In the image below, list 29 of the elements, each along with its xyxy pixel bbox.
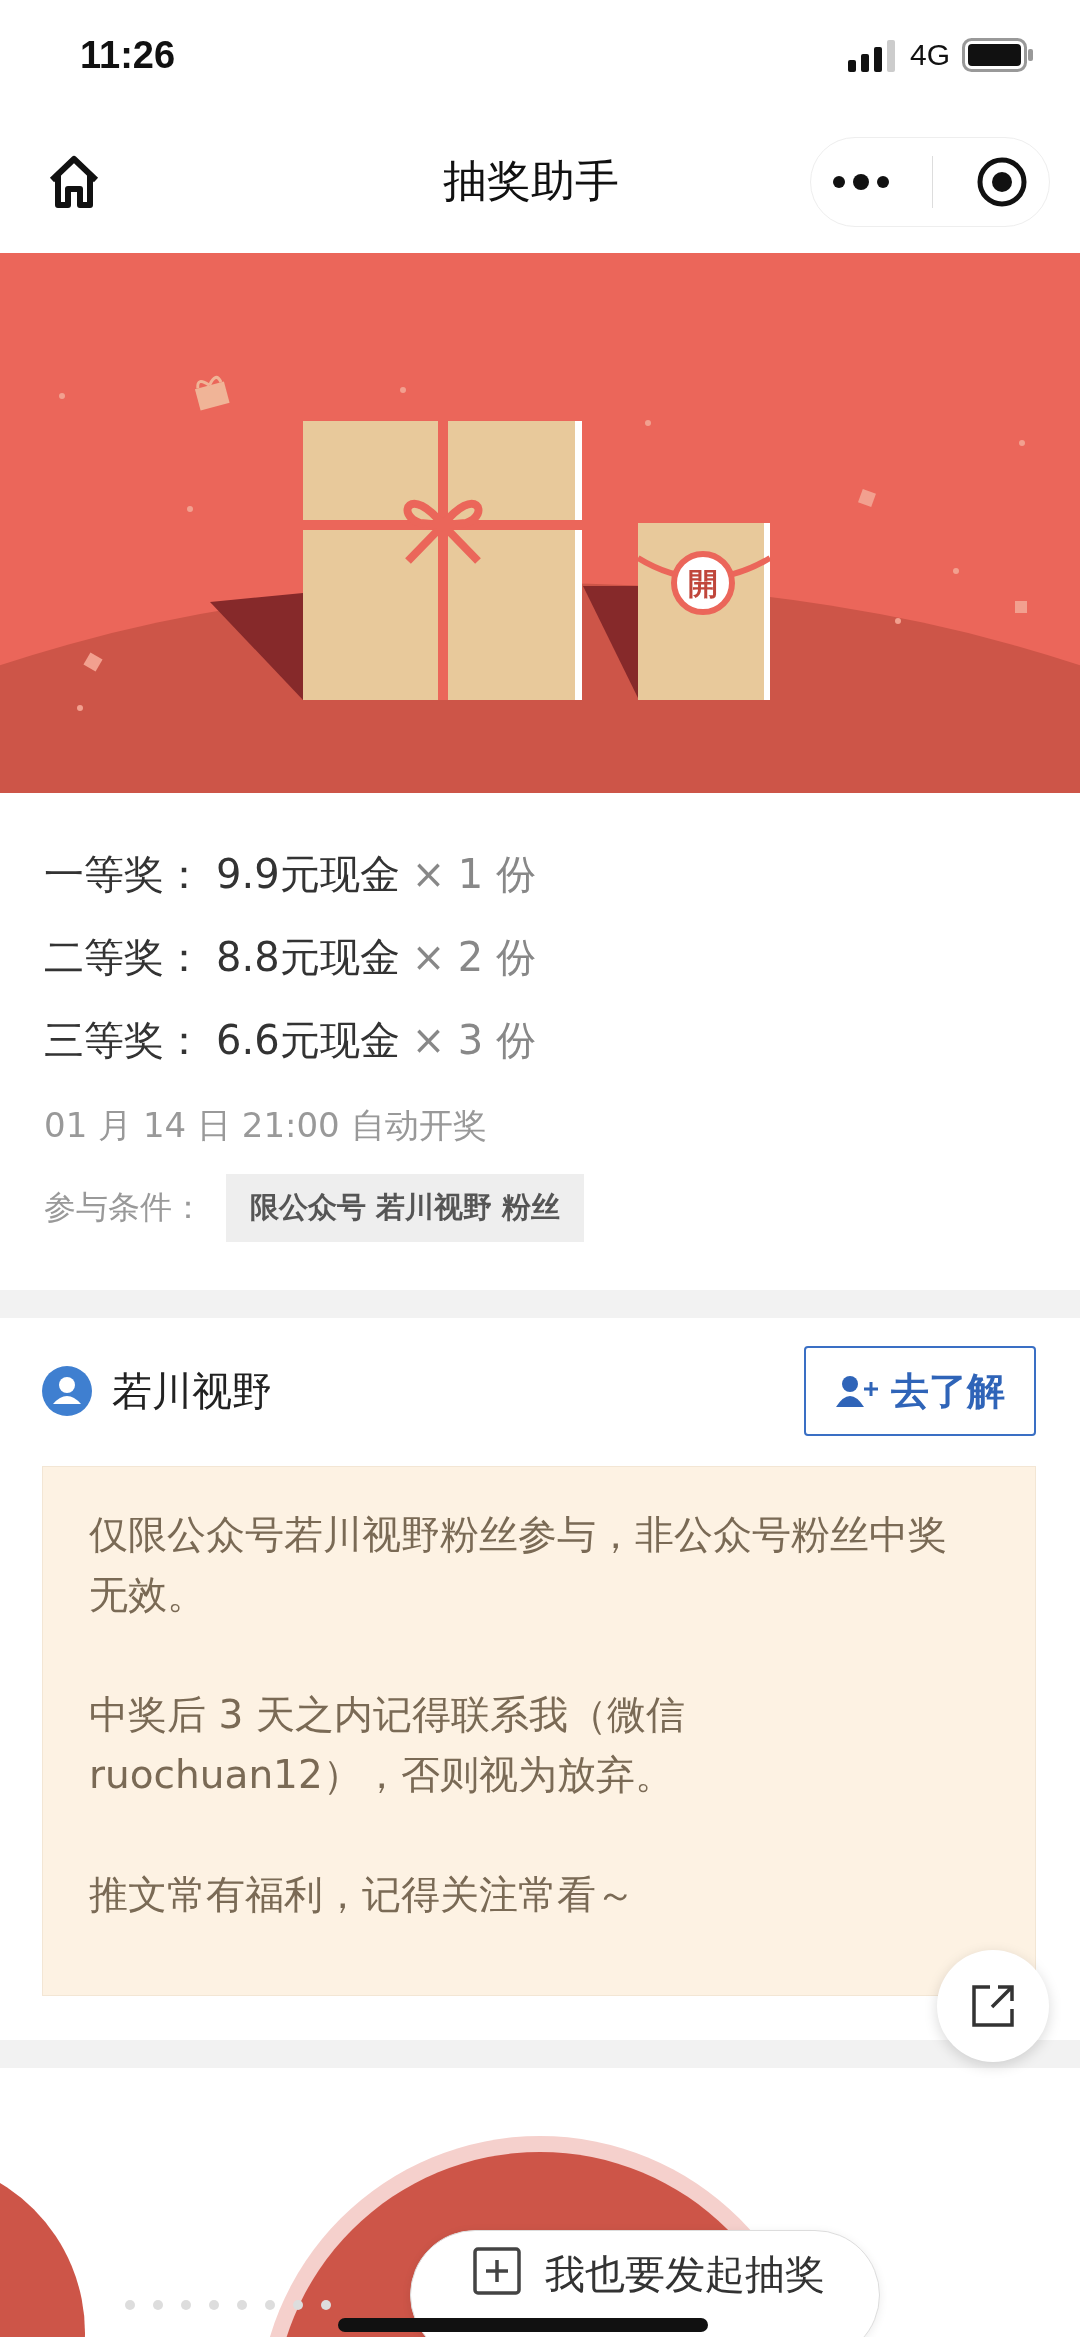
prize-rank-label: 二等奖： <box>44 933 204 982</box>
more-icon[interactable] <box>832 173 891 190</box>
small-gift-icon <box>194 375 230 411</box>
prize-rank-label: 三等奖： <box>44 1016 204 1065</box>
network-label: 4G <box>909 38 950 72</box>
status-time: 11:26 <box>80 33 176 77</box>
draw-time: 01 月 14 日 21:00 自动开奖 <box>44 1104 488 1147</box>
learn-more-button[interactable]: 去了解 <box>804 1346 1036 1436</box>
page-title: 抽奖助手 <box>442 154 620 208</box>
prize-rank-label: 一等奖： <box>44 850 204 899</box>
condition-tag: 限公众号 若川视野 粉丝 <box>226 1174 585 1242</box>
seal-text: 開 <box>688 566 718 601</box>
battery-icon <box>962 38 1034 72</box>
close-icon[interactable] <box>975 155 1028 208</box>
prize-count: × 3 份 <box>411 1016 537 1065</box>
notice-box: 仅限公众号若川视野粉丝参与，非公众号粉丝中奖无效。 中奖后 3 天之内记得联系我（微信 ruochuan12），否则视为放弃。 推文常有福利，记得关注常看～ <box>42 1466 1036 1996</box>
add-user-icon <box>835 1374 879 1408</box>
prize-name: 9.9元现金 <box>216 850 400 899</box>
account-name: 若川视野 <box>112 1366 272 1416</box>
start-lottery-button[interactable]: 我也要发起抽奖 <box>410 2230 880 2337</box>
prize-count: × 2 份 <box>411 933 537 982</box>
prize-name: 8.8元现金 <box>216 933 400 982</box>
condition-label: 参与条件： <box>44 1187 204 1228</box>
prize-name: 6.6元现金 <box>216 1016 400 1065</box>
add-icon <box>473 2247 521 2295</box>
share-icon <box>970 1983 1016 2029</box>
prize-count: × 1 份 <box>411 850 537 899</box>
avatar-icon <box>42 1366 92 1416</box>
signal-icon <box>847 38 898 72</box>
